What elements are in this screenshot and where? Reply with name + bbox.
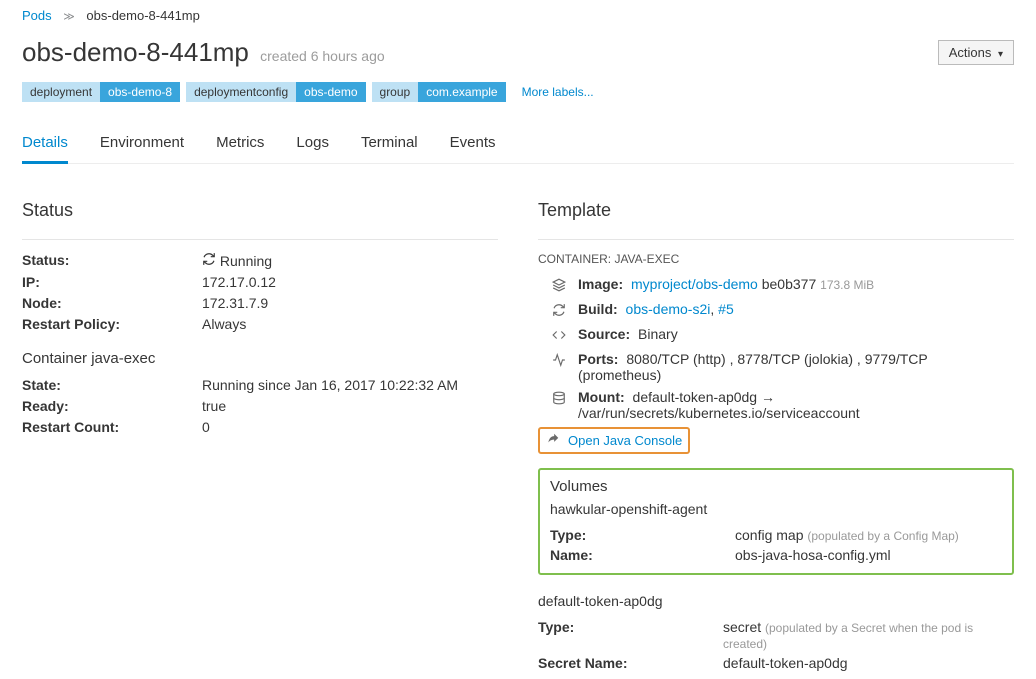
label-val: com.example [418,82,505,102]
label-key: group [372,82,419,102]
volume-1-name: hawkular-openshift-agent [550,501,1002,517]
tab-details[interactable]: Details [22,128,68,164]
vol1-name-key: Name: [550,547,735,563]
restart-policy-value: Always [202,316,498,332]
build-row: Build: obs-demo-s2i, #5 [538,301,1014,320]
vol2-type-key: Type: [538,619,723,651]
chevron-down-icon: ▾ [998,49,1003,60]
image-sha: be0b377 [762,276,817,292]
restart-policy-key: Restart Policy: [22,316,202,332]
vol1-type-hint: (populated by a Config Map) [807,529,958,543]
created-ago: created 6 hours ago [260,48,385,64]
vol2-name-value: default-token-ap0dg [723,655,1014,671]
code-icon [552,326,568,345]
image-key: Image: [578,276,623,292]
ports-row: Ports: 8080/TCP (http) , 8778/TCP (jolok… [538,351,1014,383]
ports-key: Ports: [578,351,618,367]
vol2-type-value: secret (populated by a Secret when the p… [723,619,1014,651]
mount-row: Mount: default-token-ap0dg → /var/run/se… [538,389,1014,421]
volumes-heading: Volumes [550,478,1002,495]
vol1-name-value: obs-java-hosa-config.yml [735,547,1002,563]
tab-metrics[interactable]: Metrics [216,128,264,163]
image-row: Image: myproject/obs-demo be0b377 173.8 … [538,276,1014,295]
tabs: Details Environment Metrics Logs Termina… [22,128,1014,164]
breadcrumb: Pods ≫ obs-demo-8-441mp [22,8,1014,37]
vol1-type-key: Type: [550,527,735,543]
label-pair[interactable]: deploymentconfig obs-demo [186,82,365,102]
ready-key: Ready: [22,398,202,414]
page-title: obs-demo-8-441mp created 6 hours ago [22,37,385,68]
breadcrumb-separator-icon: ≫ [63,11,75,23]
image-link[interactable]: myproject/obs-demo [631,276,758,292]
state-value: Running since Jan 16, 2017 10:22:32 AM [202,377,498,393]
build-key: Build: [578,301,618,317]
ready-value: true [202,398,498,414]
source-row: Source: Binary [538,326,1014,345]
build-link-name[interactable]: obs-demo-s2i [626,301,711,317]
vol1-type-text: config map [735,527,803,543]
container-subheading: Container java-exec [22,350,498,367]
share-icon [546,432,560,449]
pulse-icon [552,351,568,370]
breadcrumb-current: obs-demo-8-441mp [86,8,199,23]
java-console-highlight: Open Java Console [538,427,690,454]
refresh-icon [202,253,216,269]
layers-icon [552,276,568,295]
template-heading: Template [538,200,1014,221]
node-key: Node: [22,295,202,311]
source-key: Source: [578,326,630,342]
vol2-type-hint: (populated by a Secret when the pod is c… [723,621,973,651]
state-key: State: [22,377,202,393]
restart-count-key: Restart Count: [22,419,202,435]
refresh-icon [552,301,568,320]
template-divider [538,239,1014,240]
label-val: obs-demo [296,82,365,102]
label-pair[interactable]: deployment obs-demo-8 [22,82,180,102]
database-icon [552,389,568,408]
volumes-highlight: Volumes hawkular-openshift-agent Type: c… [538,468,1014,575]
more-labels-link[interactable]: More labels... [522,85,594,99]
vol2-name-key: Secret Name: [538,655,723,671]
pod-name: obs-demo-8-441mp [22,37,249,67]
node-value: 172.31.7.9 [202,295,498,311]
ip-key: IP: [22,274,202,290]
mount-key: Mount: [578,389,625,405]
label-val: obs-demo-8 [100,82,180,102]
status-text: Running [220,253,272,269]
status-heading: Status [22,200,498,221]
tab-events[interactable]: Events [450,128,496,163]
restart-count-value: 0 [202,419,498,435]
status-key: Status: [22,252,202,269]
status-column: Status Status: Running IP: 172.17.0.12 N… [22,200,498,671]
vol2-type-text: secret [723,619,761,635]
tab-environment[interactable]: Environment [100,128,184,163]
volume-2-block: default-token-ap0dg Type: secret (popula… [538,593,1014,671]
status-value: Running [202,252,498,269]
template-column: Template CONTAINER: JAVA-EXEC Image: myp… [538,200,1014,671]
source-value: Binary [638,326,678,342]
labels-row: deployment obs-demo-8 deploymentconfig o… [22,82,1014,102]
tab-terminal[interactable]: Terminal [361,128,418,163]
container-label: CONTAINER: JAVA-EXEC [538,252,1014,266]
tab-logs[interactable]: Logs [296,128,329,163]
status-divider [22,239,498,240]
label-key: deploymentconfig [186,82,296,102]
volume-2-name: default-token-ap0dg [538,593,1014,609]
image-size: 173.8 MiB [820,278,874,292]
ip-value: 172.17.0.12 [202,274,498,290]
open-java-console-link[interactable]: Open Java Console [568,433,682,448]
breadcrumb-root[interactable]: Pods [22,8,52,23]
build-link-number[interactable]: #5 [718,301,734,317]
actions-dropdown[interactable]: Actions ▾ [938,40,1014,65]
ports-value: 8080/TCP (http) , 8778/TCP (jolokia) , 9… [578,351,928,383]
actions-label: Actions [949,45,992,60]
label-key: deployment [22,82,100,102]
vol1-type-value: config map (populated by a Config Map) [735,527,1002,543]
label-pair[interactable]: group com.example [372,82,506,102]
build-sep: , [710,301,718,317]
